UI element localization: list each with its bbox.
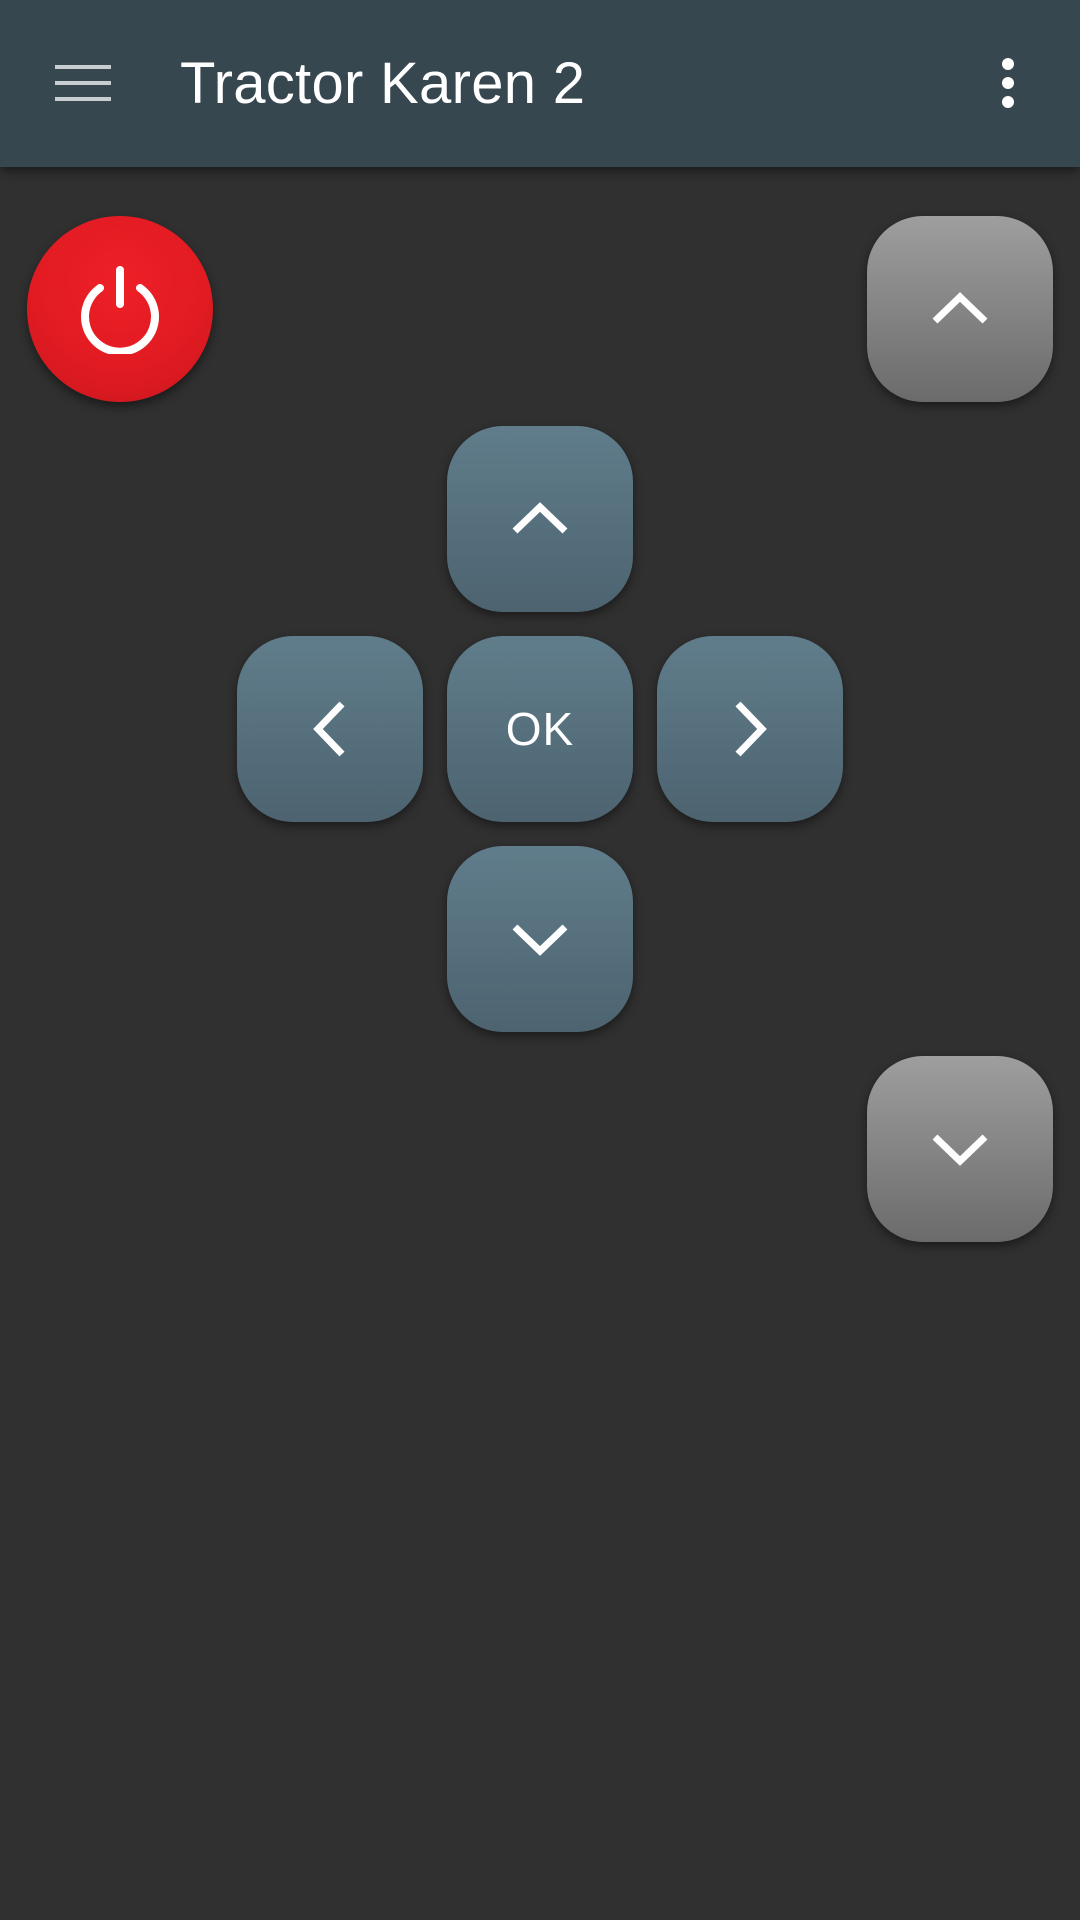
hamburger-menu-icon [55, 65, 111, 101]
app-bar: Tractor Karen 2 [0, 0, 1080, 167]
page-title: Tractor Karen 2 [180, 51, 586, 116]
power-icon [81, 266, 159, 354]
chevron-up-icon [932, 292, 988, 324]
chevron-up-icon [512, 502, 568, 534]
dpad-left-button[interactable] [237, 636, 423, 822]
chevron-left-icon [313, 701, 345, 757]
power-button[interactable] [27, 216, 213, 402]
dpad-ok-button[interactable]: OK [447, 636, 633, 822]
ok-label: OK [505, 703, 575, 755]
dpad-down-button[interactable] [447, 846, 633, 1032]
channel-up-button[interactable] [867, 216, 1053, 402]
overflow-menu-button[interactable] [968, 43, 1048, 123]
chevron-right-icon [735, 701, 767, 757]
more-vert-icon [1002, 58, 1014, 108]
chevron-down-icon [932, 1134, 988, 1166]
dpad-up-button[interactable] [447, 426, 633, 612]
dpad-right-button[interactable] [657, 636, 843, 822]
menu-button[interactable] [40, 43, 126, 123]
chevron-down-icon [512, 924, 568, 956]
channel-down-button[interactable] [867, 1056, 1053, 1242]
